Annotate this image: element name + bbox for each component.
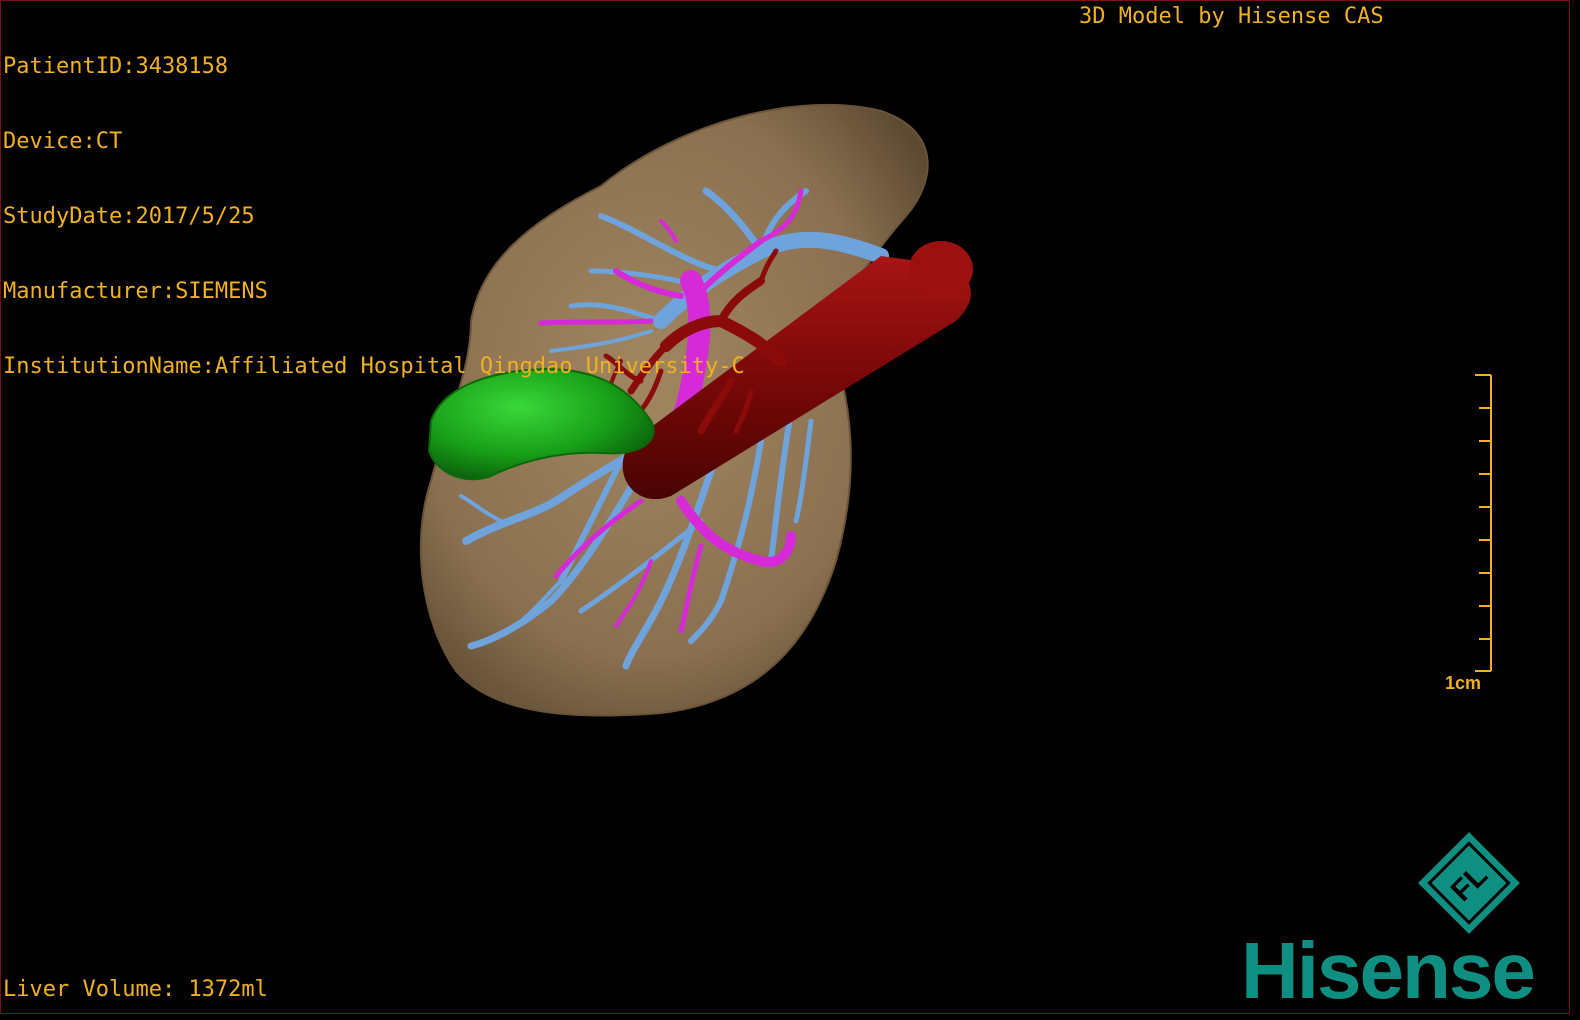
institution-name: InstitutionName:Affiliated Hospital Qing… bbox=[3, 354, 745, 379]
manufacturer: Manufacturer:SIEMENS bbox=[3, 279, 268, 304]
model-credit: 3D Model by Hisense CAS bbox=[1079, 4, 1384, 29]
device: Device:CT bbox=[3, 129, 123, 154]
liver-volume: Liver Volume: 1372ml bbox=[3, 977, 268, 1002]
patient-info-block: PatientID:3438158 Device:CT StudyDate:20… bbox=[3, 4, 745, 429]
hisense-logo-text: Hisense bbox=[1241, 926, 1536, 1014]
3d-viewport[interactable]: PatientID:3438158 Device:CT StudyDate:20… bbox=[0, 0, 1570, 1014]
study-date: StudyDate:2017/5/25 bbox=[3, 204, 255, 229]
scale-bar bbox=[1475, 374, 1492, 672]
patient-id: PatientID:3438158 bbox=[3, 54, 229, 79]
scale-label: 1cm bbox=[1445, 673, 1482, 693]
